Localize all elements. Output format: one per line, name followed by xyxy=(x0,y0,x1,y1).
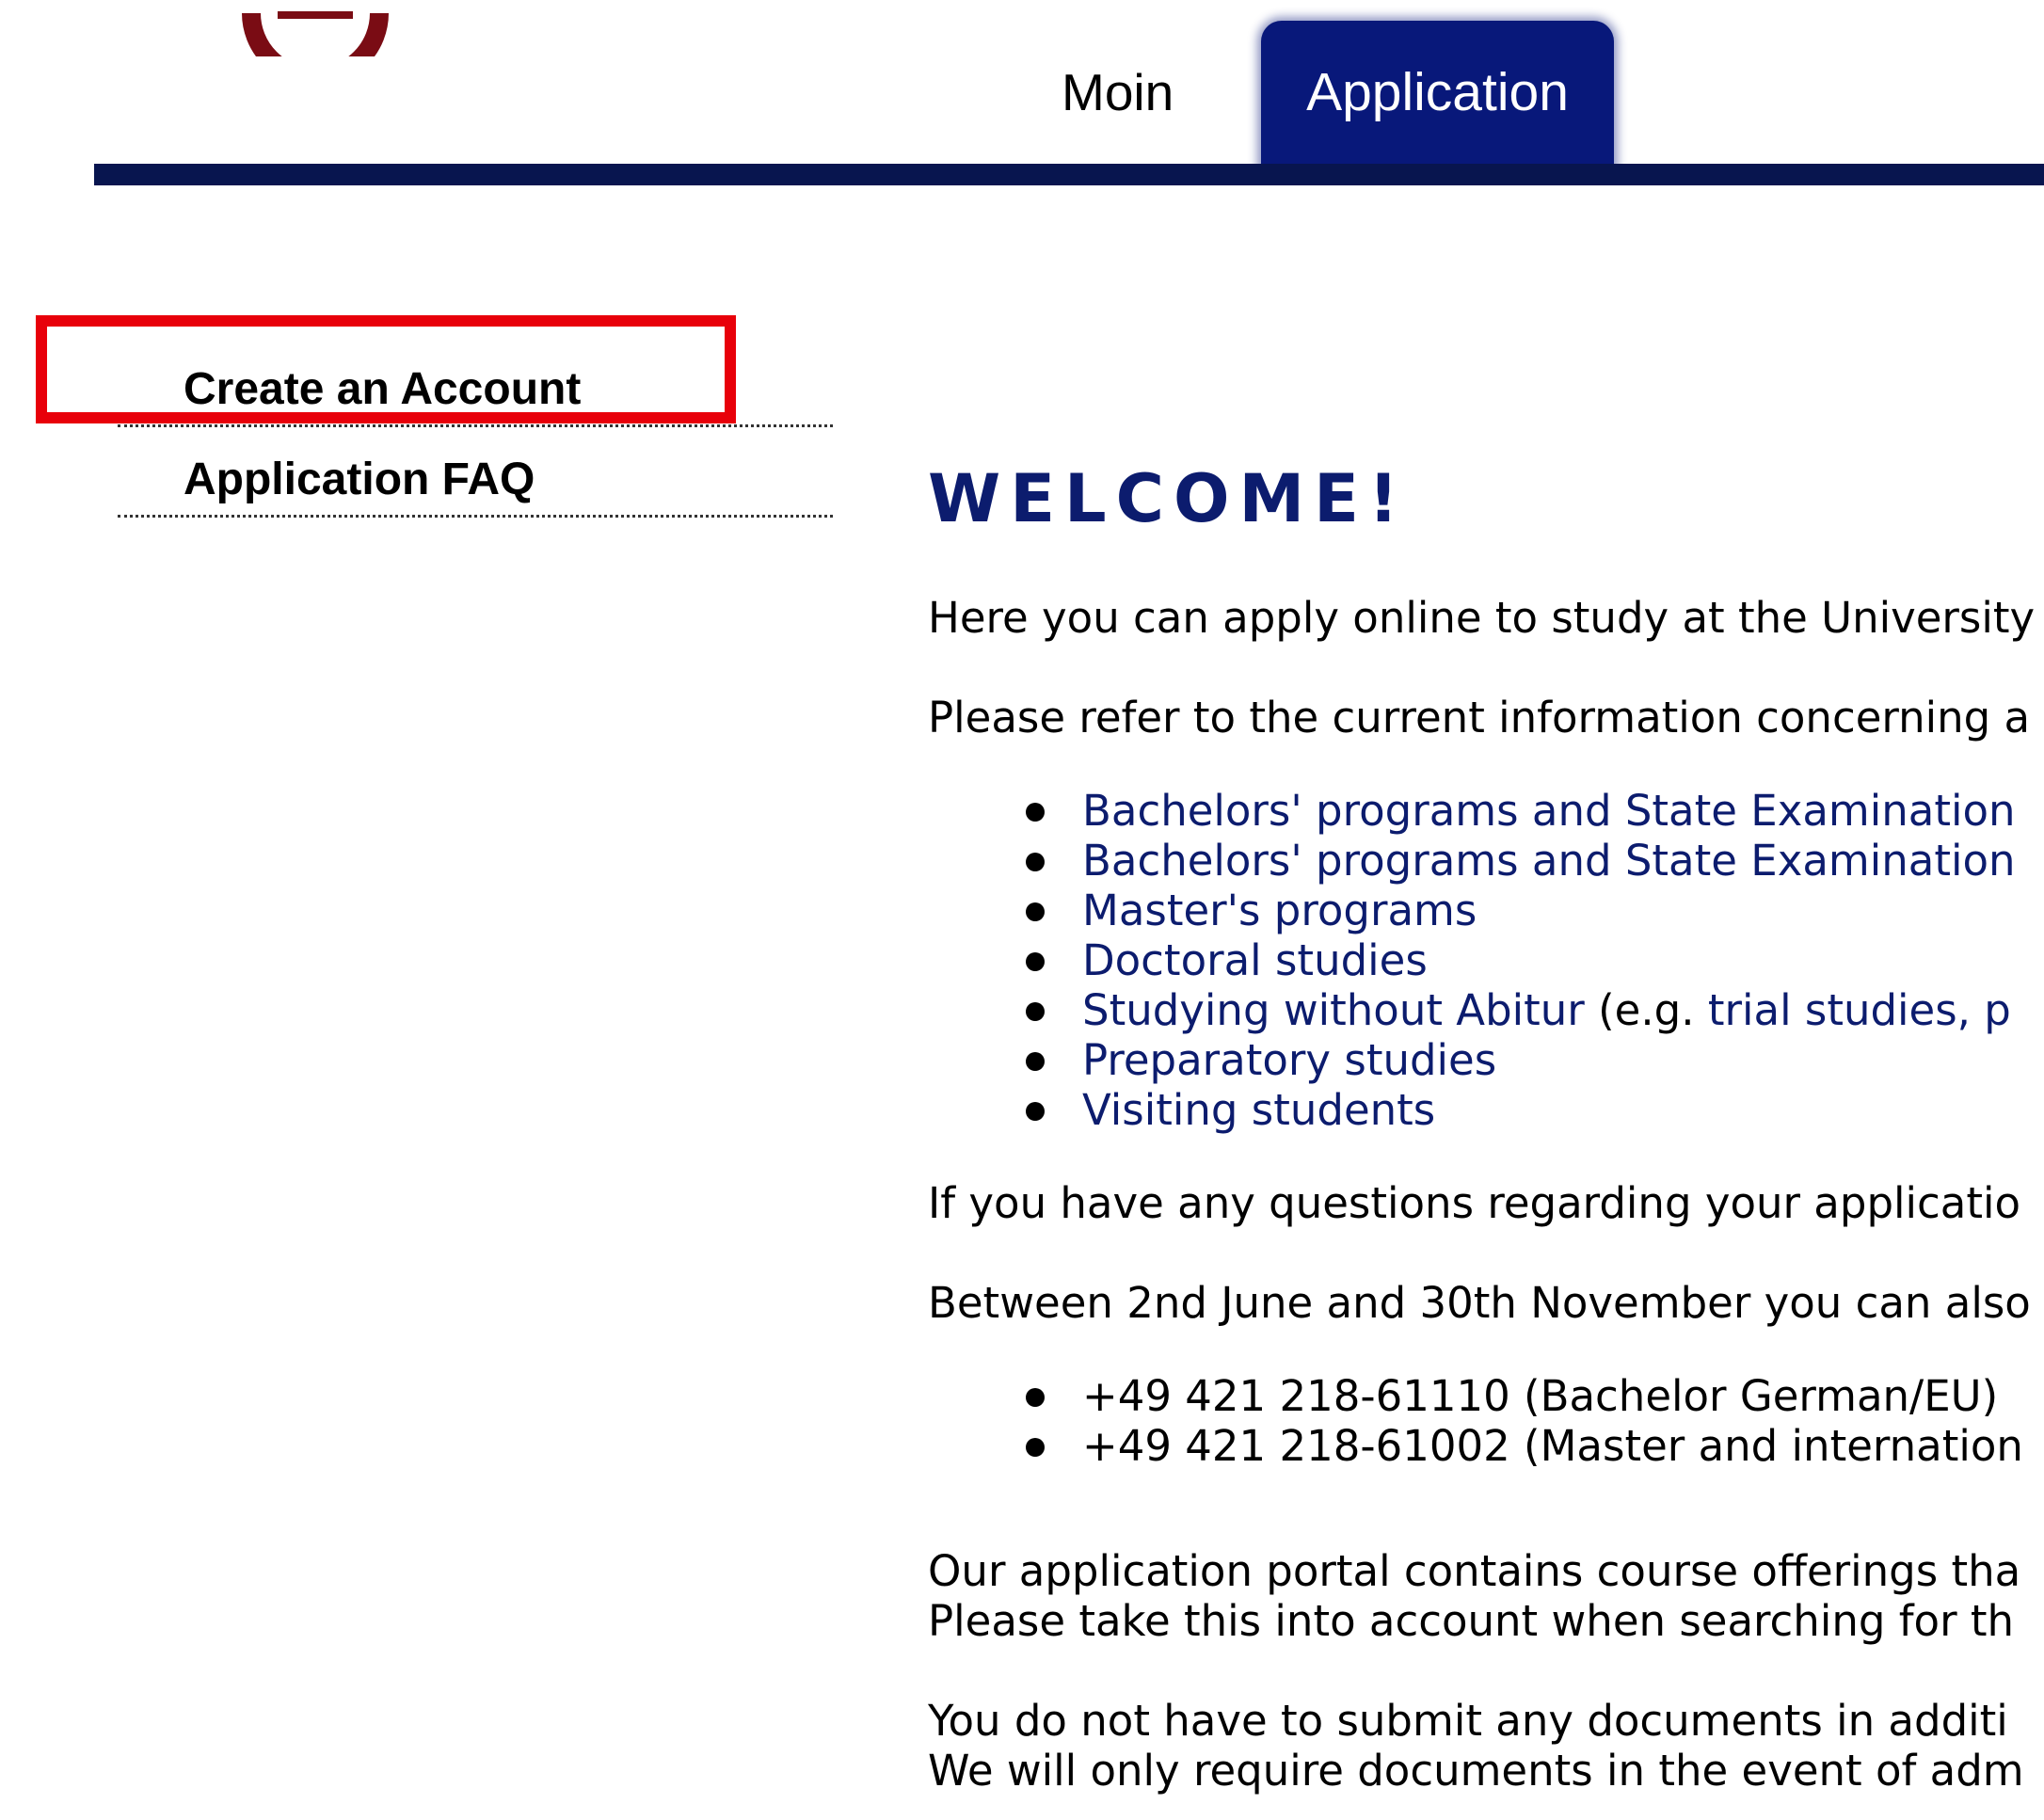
bachelors-state-exam-link-2[interactable]: Bachelors' programs and State Examinatio… xyxy=(1082,836,2016,886)
page-title: WELCOME! xyxy=(928,460,1408,537)
documents-text-line-2: We will only require documents in the ev… xyxy=(928,1746,2024,1796)
intro-text: Here you can apply online to study at th… xyxy=(928,593,2036,643)
tab-moin[interactable]: Moin xyxy=(1062,56,1174,128)
list-item: Studying without Abitur (e.g. trial stud… xyxy=(928,985,2044,1035)
trial-studies-link[interactable]: trial studies, p xyxy=(1708,985,2011,1035)
application-faq-link[interactable]: Application FAQ xyxy=(184,442,535,518)
list-item: Doctoral studies xyxy=(928,935,2044,985)
main-content: WELCOME! Here you can apply online to st… xyxy=(928,452,2044,1796)
university-logo xyxy=(242,11,389,56)
bullet-icon xyxy=(1026,902,1045,921)
bullet-icon xyxy=(1026,1002,1045,1021)
highlight-annotation-box xyxy=(36,315,736,423)
phone-list: +49 421 218-61110 (Bachelor German/EU) +… xyxy=(928,1371,2044,1471)
navigation-bar xyxy=(94,164,2044,185)
eg-text: (e.g. xyxy=(1584,985,1708,1035)
phone-bachelor: +49 421 218-61110 (Bachelor German/EU) xyxy=(1082,1371,1999,1421)
phone-master: +49 421 218-61002 (Master and internatio… xyxy=(1082,1421,2023,1471)
application-portal-page: Moin Application Create an Account Appli… xyxy=(0,0,2044,1820)
bullet-icon xyxy=(1026,1438,1045,1457)
bullet-icon xyxy=(1026,853,1045,871)
bullet-icon xyxy=(1026,1102,1045,1121)
list-item: Bachelors' programs and State Examinatio… xyxy=(928,786,2044,836)
refer-text: Please refer to the current information … xyxy=(928,693,2031,742)
doctoral-studies-link[interactable]: Doctoral studies xyxy=(1082,935,1428,985)
questions-text: If you have any questions regarding your… xyxy=(928,1178,2021,1228)
bullet-icon xyxy=(1026,1388,1045,1407)
portal-text-line-1: Our application portal contains course o… xyxy=(928,1546,2021,1596)
between-dates-text: Between 2nd June and 30th November you c… xyxy=(928,1278,2031,1328)
portal-text-line-2: Please take this into account when searc… xyxy=(928,1596,2015,1646)
tab-application[interactable]: Application xyxy=(1261,21,1614,169)
list-item: Bachelors' programs and State Examinatio… xyxy=(928,836,2044,886)
studying-without-abitur-link[interactable]: Studying without Abitur xyxy=(1082,985,1585,1035)
program-list: Bachelors' programs and State Examinatio… xyxy=(928,786,2044,1135)
preparatory-studies-link[interactable]: Preparatory studies xyxy=(1082,1035,1496,1085)
list-item: Preparatory studies xyxy=(928,1035,2044,1085)
visiting-students-link[interactable]: Visiting students xyxy=(1082,1085,1435,1135)
list-item: +49 421 218-61002 (Master and internatio… xyxy=(928,1421,2044,1471)
bullet-icon xyxy=(1026,952,1045,971)
list-item: +49 421 218-61110 (Bachelor German/EU) xyxy=(928,1371,2044,1421)
list-item: Master's programs xyxy=(928,886,2044,935)
sidebar-item-application-faq[interactable]: Application FAQ xyxy=(118,442,833,518)
list-item: Visiting students xyxy=(928,1085,2044,1135)
documents-text-line-1: You do not have to submit any documents … xyxy=(928,1696,2008,1746)
masters-programs-link[interactable]: Master's programs xyxy=(1082,886,1477,935)
bullet-icon xyxy=(1026,1052,1045,1071)
bachelors-state-exam-link-1[interactable]: Bachelors' programs and State Examinatio… xyxy=(1082,786,2016,836)
bullet-icon xyxy=(1026,803,1045,822)
